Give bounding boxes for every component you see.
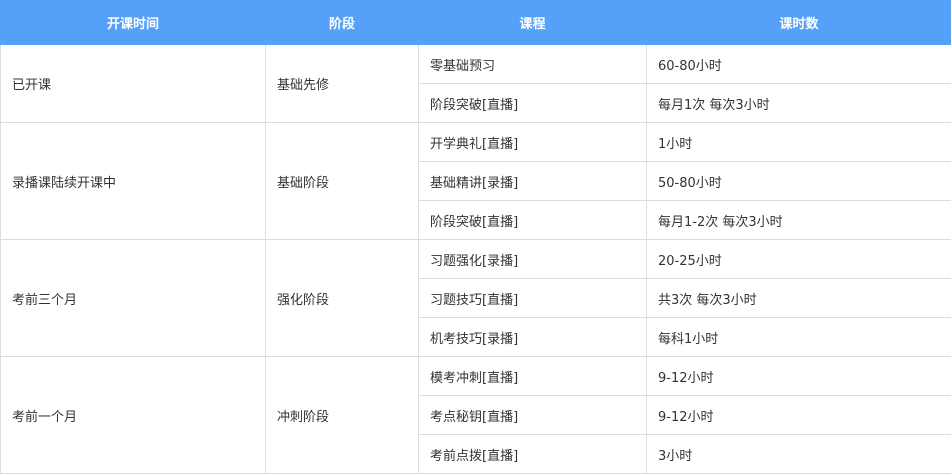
header-row: 开课时间 阶段 课程 课时数 — [1, 1, 951, 45]
hours-cell: 每科1小时 — [647, 318, 951, 357]
course-cell: 模考冲刺[直播] — [419, 357, 647, 396]
header-hours: 课时数 — [647, 1, 951, 45]
table-row: 录播课陆续开课中基础阶段开学典礼[直播]1小时 — [1, 123, 951, 162]
hours-cell: 共3次 每次3小时 — [647, 279, 951, 318]
hours-cell: 9-12小时 — [647, 396, 951, 435]
course-cell: 阶段突破[直播] — [419, 84, 647, 123]
hours-cell: 20-25小时 — [647, 240, 951, 279]
course-cell: 考点秘钥[直播] — [419, 396, 647, 435]
course-cell: 阶段突破[直播] — [419, 201, 647, 240]
hours-cell: 3小时 — [647, 435, 951, 474]
stage-cell: 强化阶段 — [266, 240, 419, 357]
table-row: 考前三个月强化阶段习题强化[录播]20-25小时 — [1, 240, 951, 279]
time-cell: 考前三个月 — [1, 240, 266, 357]
course-cell: 机考技巧[录播] — [419, 318, 647, 357]
hours-cell: 1小时 — [647, 123, 951, 162]
course-cell: 习题技巧[直播] — [419, 279, 647, 318]
time-cell: 录播课陆续开课中 — [1, 123, 266, 240]
stage-cell: 基础阶段 — [266, 123, 419, 240]
time-cell: 已开课 — [1, 45, 266, 123]
hours-cell: 60-80小时 — [647, 45, 951, 84]
hours-cell: 每月1次 每次3小时 — [647, 84, 951, 123]
hours-cell: 每月1-2次 每次3小时 — [647, 201, 951, 240]
stage-cell: 冲刺阶段 — [266, 357, 419, 474]
course-cell: 零基础预习 — [419, 45, 647, 84]
table-row: 已开课基础先修零基础预习60-80小时 — [1, 45, 951, 84]
course-cell: 习题强化[录播] — [419, 240, 647, 279]
header-time: 开课时间 — [1, 1, 266, 45]
header-stage: 阶段 — [266, 1, 419, 45]
hours-cell: 9-12小时 — [647, 357, 951, 396]
course-cell: 开学典礼[直播] — [419, 123, 647, 162]
hours-cell: 50-80小时 — [647, 162, 951, 201]
course-cell: 基础精讲[录播] — [419, 162, 647, 201]
table-row: 考前一个月冲刺阶段模考冲刺[直播]9-12小时 — [1, 357, 951, 396]
time-cell: 考前一个月 — [1, 357, 266, 474]
header-course: 课程 — [419, 1, 647, 45]
course-schedule-table: 开课时间 阶段 课程 课时数 已开课基础先修零基础预习60-80小时阶段突破[直… — [0, 0, 951, 474]
stage-cell: 基础先修 — [266, 45, 419, 123]
course-cell: 考前点拨[直播] — [419, 435, 647, 474]
